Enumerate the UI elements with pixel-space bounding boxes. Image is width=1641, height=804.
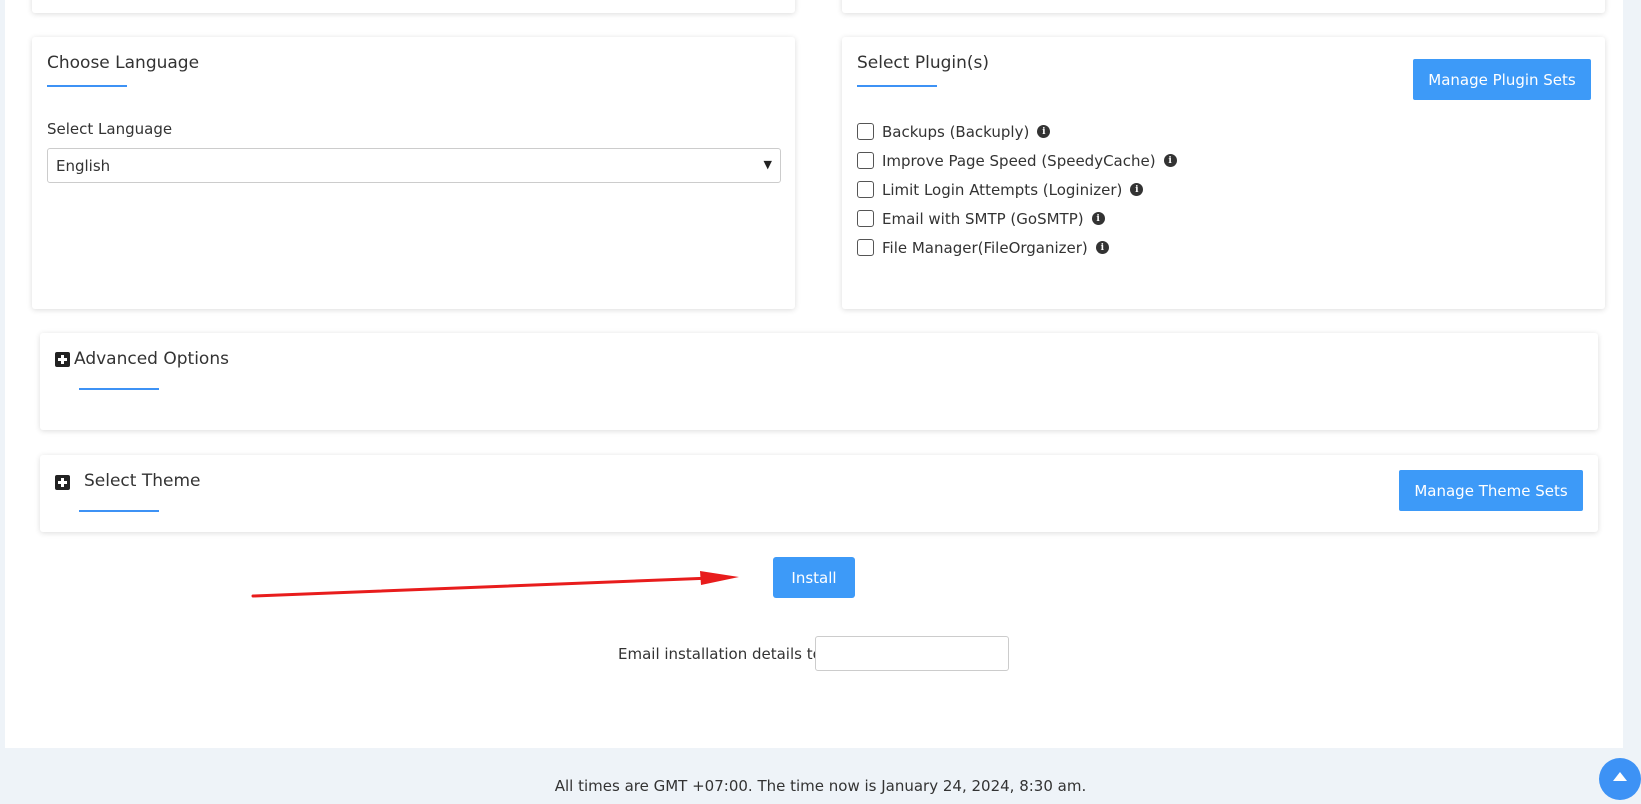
chevron-down-icon: ▼ bbox=[763, 158, 772, 171]
select-theme-card: Select Theme Manage Theme Sets bbox=[40, 455, 1598, 532]
plus-square-icon[interactable] bbox=[55, 352, 70, 367]
manage-theme-sets-button[interactable]: Manage Theme Sets bbox=[1399, 470, 1583, 511]
plugin-item: File Manager(FileOrganizer) i bbox=[857, 233, 1177, 262]
plugin-checkbox[interactable] bbox=[857, 210, 874, 227]
card-top-right bbox=[842, 0, 1605, 13]
card-top-left bbox=[32, 0, 795, 13]
plugin-checkbox[interactable] bbox=[857, 152, 874, 169]
footer-time-text: All times are GMT +07:00. The time now i… bbox=[554, 777, 1087, 795]
plugin-item: Backups (Backuply) i bbox=[857, 117, 1177, 146]
plugins-card: Select Plugin(s) Manage Plugin Sets Back… bbox=[842, 37, 1605, 309]
title-underline bbox=[857, 85, 937, 87]
info-icon[interactable]: i bbox=[1095, 241, 1109, 254]
info-icon[interactable]: i bbox=[1130, 183, 1144, 196]
manage-plugin-sets-button[interactable]: Manage Plugin Sets bbox=[1413, 59, 1591, 100]
plugin-item: Limit Login Attempts (Loginizer) i bbox=[857, 175, 1177, 204]
plugin-label[interactable]: Limit Login Attempts (Loginizer) bbox=[882, 181, 1122, 199]
annotation-arrow bbox=[251, 571, 739, 598]
select-theme-title[interactable]: Select Theme bbox=[84, 471, 201, 491]
select-language-label: Select Language bbox=[47, 120, 173, 138]
email-details-label: Email installation details to : bbox=[618, 645, 832, 663]
info-icon[interactable]: i bbox=[1091, 212, 1105, 225]
plugin-item: Improve Page Speed (SpeedyCache) i bbox=[857, 146, 1177, 175]
advanced-options-card[interactable]: Advanced Options bbox=[40, 333, 1598, 430]
plugin-item: Email with SMTP (GoSMTP) i bbox=[857, 204, 1177, 233]
plugin-checkbox[interactable] bbox=[857, 123, 874, 140]
plus-square-icon[interactable] bbox=[55, 475, 70, 490]
plugin-label[interactable]: Improve Page Speed (SpeedyCache) bbox=[882, 152, 1156, 170]
plugin-label[interactable]: Email with SMTP (GoSMTP) bbox=[882, 210, 1084, 228]
language-select[interactable]: English ▼ bbox=[47, 148, 781, 183]
title-underline bbox=[79, 510, 159, 512]
plugin-label[interactable]: Backups (Backuply) bbox=[882, 123, 1029, 141]
title-underline bbox=[47, 85, 127, 87]
title-underline bbox=[79, 388, 159, 390]
install-button[interactable]: Install bbox=[773, 557, 855, 598]
plugin-list: Backups (Backuply) i Improve Page Speed … bbox=[857, 117, 1177, 262]
language-card-title: Choose Language bbox=[47, 53, 200, 73]
main-panel: Choose Language Select Language English … bbox=[5, 0, 1623, 748]
plugin-checkbox[interactable] bbox=[857, 239, 874, 256]
advanced-options-title[interactable]: Advanced Options bbox=[74, 349, 229, 369]
info-icon[interactable]: i bbox=[1037, 125, 1051, 138]
language-card: Choose Language Select Language English … bbox=[32, 37, 795, 309]
plugins-card-title: Select Plugin(s) bbox=[857, 53, 990, 73]
info-icon[interactable]: i bbox=[1163, 154, 1177, 167]
plugin-checkbox[interactable] bbox=[857, 181, 874, 198]
plugin-label[interactable]: File Manager(FileOrganizer) bbox=[882, 239, 1088, 257]
language-select-value: English bbox=[56, 157, 111, 175]
scroll-to-top-button[interactable] bbox=[1599, 758, 1641, 800]
email-details-input[interactable] bbox=[815, 636, 1009, 671]
